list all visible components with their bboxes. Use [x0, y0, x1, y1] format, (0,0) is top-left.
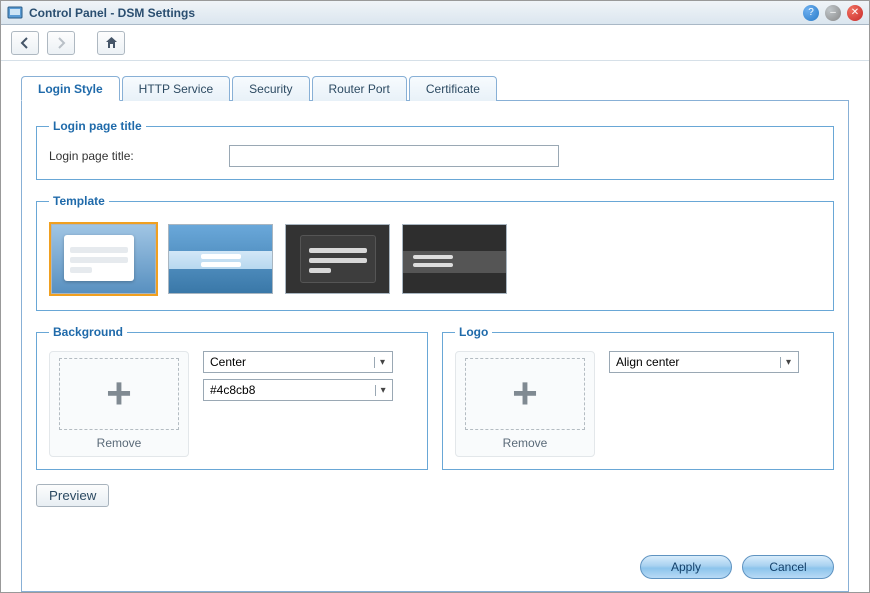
- titlebar: Control Panel - DSM Settings ? – ✕: [1, 1, 869, 25]
- tab-http-service[interactable]: HTTP Service: [122, 76, 230, 101]
- forward-button[interactable]: [47, 31, 75, 55]
- minimize-button[interactable]: –: [825, 5, 841, 21]
- back-button[interactable]: [11, 31, 39, 55]
- content: Login Style HTTP Service Security Router…: [1, 61, 869, 592]
- background-fieldset: Background + Remove C: [36, 325, 428, 470]
- logo-add-button[interactable]: +: [465, 358, 585, 430]
- login-title-label: Login page title:: [49, 149, 229, 163]
- login-title-input[interactable]: [229, 145, 559, 167]
- arrow-left-icon: [19, 37, 31, 49]
- tab-login-style[interactable]: Login Style: [21, 76, 120, 101]
- background-position-select[interactable]: Center ▾: [203, 351, 393, 373]
- button-label: Cancel: [769, 560, 806, 574]
- template-option-2[interactable]: [168, 224, 273, 294]
- tab-security[interactable]: Security: [232, 76, 309, 101]
- tab-label: Router Port: [329, 82, 390, 96]
- preview-button[interactable]: Preview: [36, 484, 109, 507]
- logo-remove-link[interactable]: Remove: [503, 436, 548, 450]
- background-dropzone: + Remove: [49, 351, 189, 457]
- template-fieldset: Template: [36, 194, 834, 311]
- background-color-combo[interactable]: ▾: [203, 379, 393, 401]
- tab-certificate[interactable]: Certificate: [409, 76, 497, 101]
- select-value: Align center: [616, 355, 679, 369]
- cancel-button[interactable]: Cancel: [742, 555, 834, 579]
- template-option-4[interactable]: [402, 224, 507, 294]
- home-icon: [105, 36, 118, 49]
- legend-login-title: Login page title: [49, 119, 146, 133]
- legend-template: Template: [49, 194, 109, 208]
- legend-logo: Logo: [455, 325, 492, 339]
- home-button[interactable]: [97, 31, 125, 55]
- tabs: Login Style HTTP Service Security Router…: [21, 75, 849, 100]
- plus-icon: +: [512, 372, 538, 416]
- logo-align-select[interactable]: Align center ▾: [609, 351, 799, 373]
- background-remove-link[interactable]: Remove: [97, 436, 142, 450]
- tab-panel: Login page title Login page title: Templ…: [21, 100, 849, 592]
- legend-background: Background: [49, 325, 127, 339]
- logo-dropzone: + Remove: [455, 351, 595, 457]
- tab-label: Login Style: [38, 82, 103, 96]
- tab-label: Certificate: [426, 82, 480, 96]
- toolbar: [1, 25, 869, 61]
- logo-fieldset: Logo + Remove Align c: [442, 325, 834, 470]
- background-add-button[interactable]: +: [59, 358, 179, 430]
- plus-icon: +: [106, 372, 132, 416]
- chevron-down-icon: ▾: [375, 385, 390, 396]
- tab-router-port[interactable]: Router Port: [312, 76, 407, 101]
- background-color-input[interactable]: [210, 383, 375, 397]
- arrow-right-icon: [55, 37, 67, 49]
- chevron-down-icon: ▾: [780, 357, 796, 368]
- chevron-down-icon: ▾: [374, 357, 390, 368]
- login-title-fieldset: Login page title Login page title:: [36, 119, 834, 180]
- button-label: Preview: [49, 488, 96, 503]
- template-option-3[interactable]: [285, 224, 390, 294]
- tab-label: Security: [249, 82, 292, 96]
- tab-label: HTTP Service: [139, 82, 213, 96]
- help-button[interactable]: ?: [803, 5, 819, 21]
- window: Control Panel - DSM Settings ? – ✕ Login…: [0, 0, 870, 593]
- button-label: Apply: [671, 560, 701, 574]
- template-option-1[interactable]: [51, 224, 156, 294]
- footer-buttons: Apply Cancel: [36, 555, 834, 579]
- app-icon: [7, 5, 23, 21]
- close-button[interactable]: ✕: [847, 5, 863, 21]
- apply-button[interactable]: Apply: [640, 555, 732, 579]
- select-value: Center: [210, 355, 246, 369]
- window-title: Control Panel - DSM Settings: [29, 6, 797, 20]
